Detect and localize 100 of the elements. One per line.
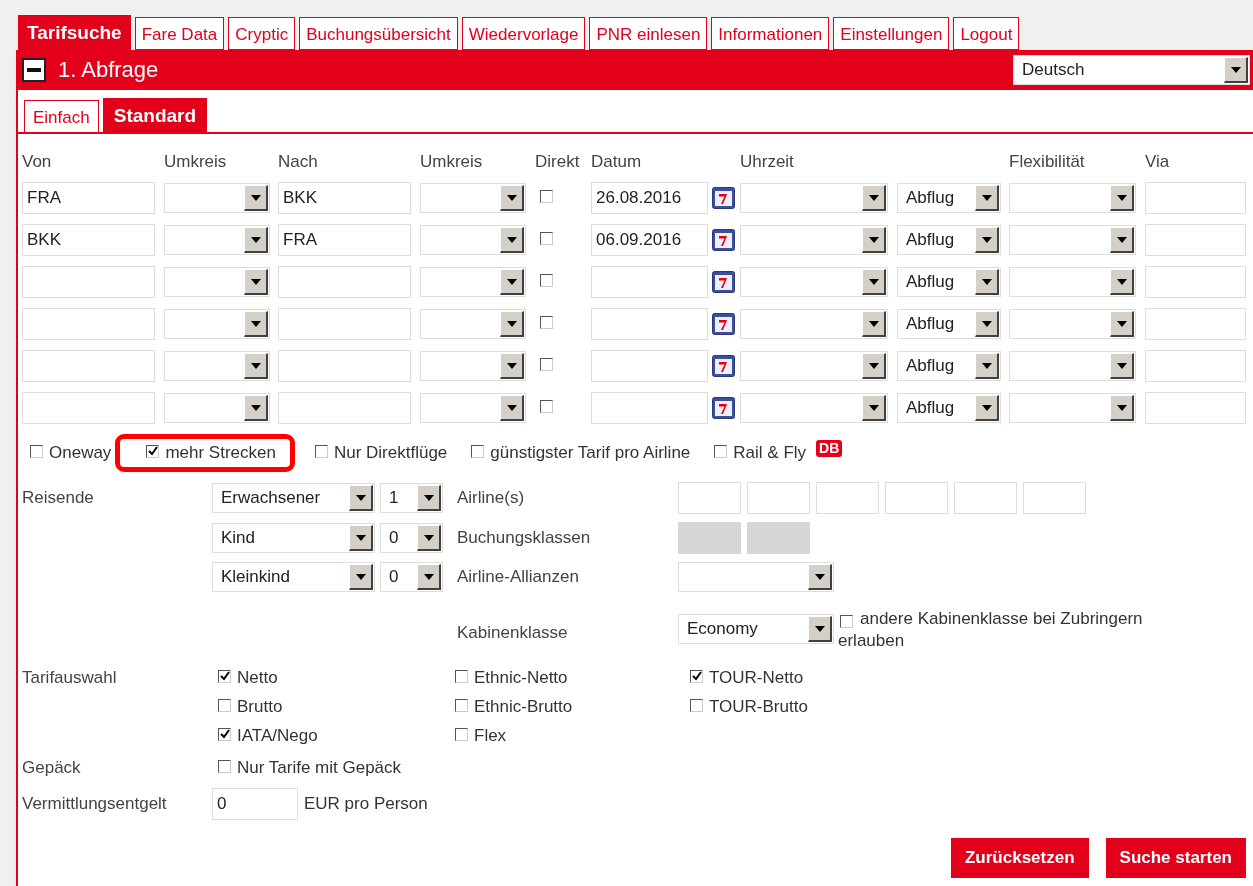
checkbox-label[interactable]: Nur Direktflüge [333,443,448,463]
checkbox[interactable] [840,615,853,628]
checkbox-label[interactable]: TOUR-Brutto [709,697,808,717]
text-field[interactable] [1145,224,1246,256]
text-field[interactable] [1145,182,1246,214]
dropdown[interactable] [1009,225,1136,255]
dropdown[interactable] [740,351,888,381]
checkbox-label[interactable]: IATA/Nego [237,726,318,746]
dropdown[interactable] [420,309,526,339]
checkbox[interactable] [455,699,468,712]
nav-tab[interactable]: Informationen [711,17,830,50]
text-field[interactable] [1145,392,1246,424]
checkbox[interactable] [690,670,703,683]
checkbox[interactable] [540,274,553,287]
dropdown[interactable] [740,309,888,339]
checkbox[interactable] [690,699,703,712]
checkbox[interactable] [218,699,231,712]
dropdown[interactable] [164,309,270,339]
dropdown[interactable] [1009,183,1136,213]
dropdown[interactable]: 0 [380,523,443,553]
nav-tab[interactable]: Wiedervorlage [461,17,586,50]
dropdown[interactable] [420,267,526,297]
dropdown[interactable]: Erwachsener [212,483,375,513]
checkbox[interactable] [540,232,553,245]
checkbox[interactable] [540,316,553,329]
checkbox[interactable] [540,190,553,203]
calendar-icon[interactable] [712,187,735,209]
calendar-icon[interactable] [712,271,735,293]
calendar-icon[interactable] [712,313,735,335]
text-field[interactable]: BKK [278,182,411,214]
dropdown[interactable] [740,183,888,213]
nav-tab[interactable]: Logout [953,17,1020,50]
text-field[interactable] [1145,266,1246,298]
dropdown[interactable]: 0 [380,562,443,592]
dropdown[interactable]: Abflug [897,183,1001,213]
dropdown[interactable] [1009,309,1136,339]
tab[interactable]: Einfach [24,100,99,132]
checkbox-label[interactable]: Brutto [237,697,283,717]
text-field[interactable]: BKK [22,224,155,256]
text-field[interactable] [278,308,411,340]
checkbox-label[interactable]: Ethnic-Brutto [474,697,573,717]
text-field[interactable] [22,392,155,424]
dropdown[interactable] [164,393,270,423]
dropdown[interactable]: Abflug [897,351,1001,381]
text-field[interactable] [22,350,155,382]
dropdown[interactable]: Economy [678,614,834,644]
text-field[interactable] [591,266,708,298]
dropdown[interactable] [678,562,834,592]
checkbox[interactable] [30,445,43,458]
text-field[interactable] [591,392,708,424]
dropdown[interactable]: 1 [380,483,443,513]
nav-tab[interactable]: Cryptic [228,17,296,50]
checkbox-label[interactable]: Rail & Fly [733,443,807,463]
text-field[interactable] [591,350,708,382]
checkbox-label[interactable]: Ethnic-Netto [474,668,568,688]
dropdown[interactable] [1009,351,1136,381]
text-field[interactable] [22,308,155,340]
nav-tab[interactable]: PNR einlesen [589,17,708,50]
nav-tab[interactable]: Fare Data [134,17,225,50]
checkbox[interactable] [540,358,553,371]
text-field[interactable] [591,308,708,340]
dropdown[interactable]: Abflug [897,225,1001,255]
checkbox-label[interactable]: günstigster Tarif pro Airline [490,443,691,463]
checkbox[interactable] [218,728,231,741]
text-field[interactable] [954,482,1017,514]
checkbox[interactable] [455,728,468,741]
checkbox[interactable] [146,445,160,458]
dropdown[interactable]: Abflug [897,267,1001,297]
nav-tab[interactable]: Einstellungen [833,17,950,50]
language-dropdown[interactable]: Deutsch [1013,55,1250,85]
text-field[interactable] [816,482,879,514]
checkbox-label[interactable]: Nur Tarife mit Gepäck [237,758,402,778]
dropdown[interactable]: Abflug [897,309,1001,339]
dropdown[interactable] [420,183,526,213]
checkbox[interactable] [455,670,468,683]
text-field[interactable] [22,266,155,298]
dropdown[interactable] [740,267,888,297]
text-field[interactable] [1023,482,1086,514]
checkbox[interactable] [540,400,553,413]
dropdown[interactable] [420,393,526,423]
nav-tab[interactable]: Buchungsübersicht [299,17,458,50]
checkbox[interactable] [714,445,728,458]
dropdown[interactable] [420,351,526,381]
dropdown[interactable] [1009,393,1136,423]
text-field[interactable]: 26.08.2016 [591,182,708,214]
dropdown[interactable] [164,183,270,213]
text-field[interactable] [885,482,948,514]
dropdown[interactable] [164,351,270,381]
calendar-icon[interactable] [712,355,735,377]
dropdown[interactable] [164,225,270,255]
dropdown[interactable]: Abflug [897,393,1001,423]
dropdown[interactable] [1009,267,1136,297]
checkbox[interactable] [218,670,231,683]
nav-tab[interactable]: Tarifsuche [18,15,131,50]
text-field[interactable]: 06.09.2016 [591,224,708,256]
dropdown[interactable] [420,225,526,255]
checkbox-label[interactable]: mehr Strecken [165,443,276,463]
checkbox[interactable] [471,445,485,458]
checkbox[interactable] [314,445,328,458]
checkbox-label[interactable]: Netto [237,668,278,688]
